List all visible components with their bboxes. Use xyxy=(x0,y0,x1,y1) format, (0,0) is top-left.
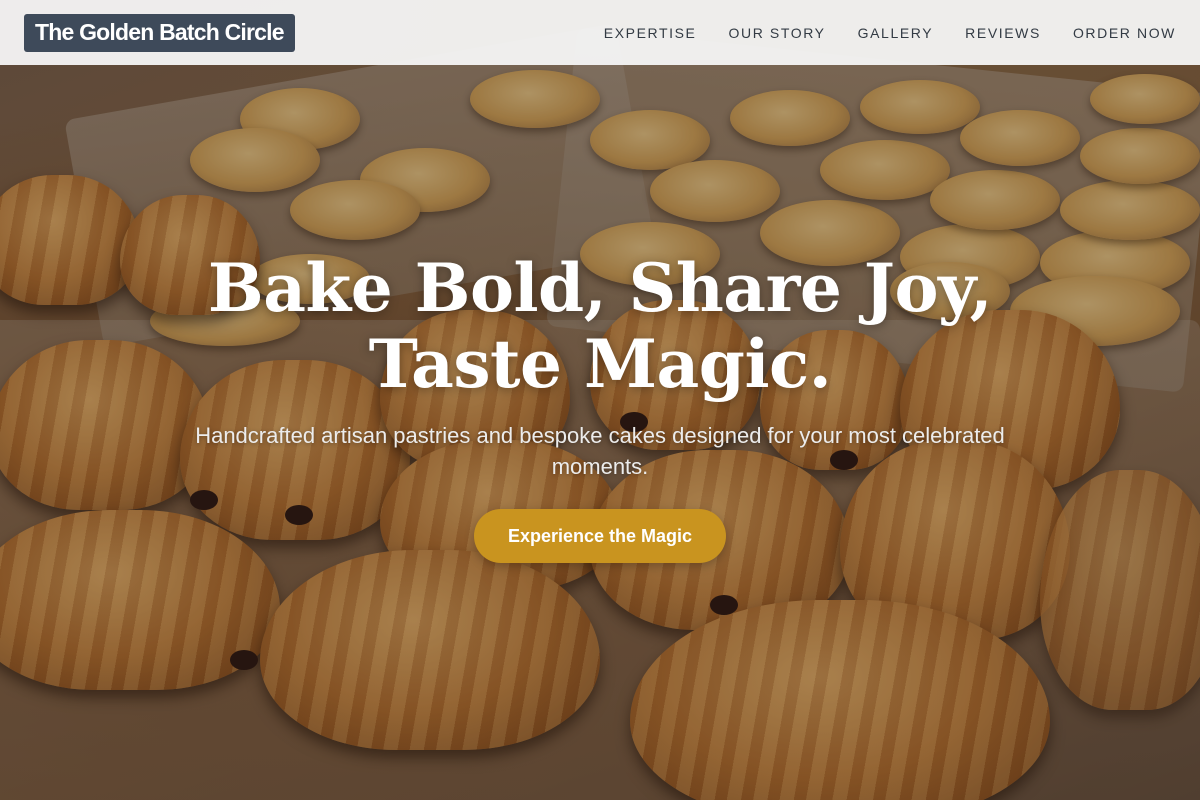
site-header: The Golden Batch Circle EXPERTISE OUR ST… xyxy=(0,0,1200,65)
nav-link-gallery[interactable]: GALLERY xyxy=(842,25,950,41)
experience-the-magic-button[interactable]: Experience the Magic xyxy=(474,509,726,563)
hero-subtitle: Handcrafted artisan pastries and bespoke… xyxy=(195,423,1005,479)
nav-link-our-story[interactable]: OUR STORY xyxy=(713,25,842,41)
main-nav: EXPERTISE OUR STORY GALLERY REVIEWS ORDE… xyxy=(588,25,1176,41)
hero-title: Bake Bold, Share Joy, Taste Magic. xyxy=(0,250,1200,402)
brand-logo[interactable]: The Golden Batch Circle xyxy=(24,13,295,52)
hero-section: Bake Bold, Share Joy, Taste Magic. Handc… xyxy=(0,250,1200,563)
nav-link-expertise[interactable]: EXPERTISE xyxy=(588,25,713,41)
hero-title-line-2: Taste Magic. xyxy=(368,325,832,403)
hero-title-line-1: Bake Bold, Share Joy, xyxy=(207,249,993,327)
nav-link-order-now[interactable]: ORDER NOW xyxy=(1057,25,1176,41)
nav-link-reviews[interactable]: REVIEWS xyxy=(949,25,1057,41)
